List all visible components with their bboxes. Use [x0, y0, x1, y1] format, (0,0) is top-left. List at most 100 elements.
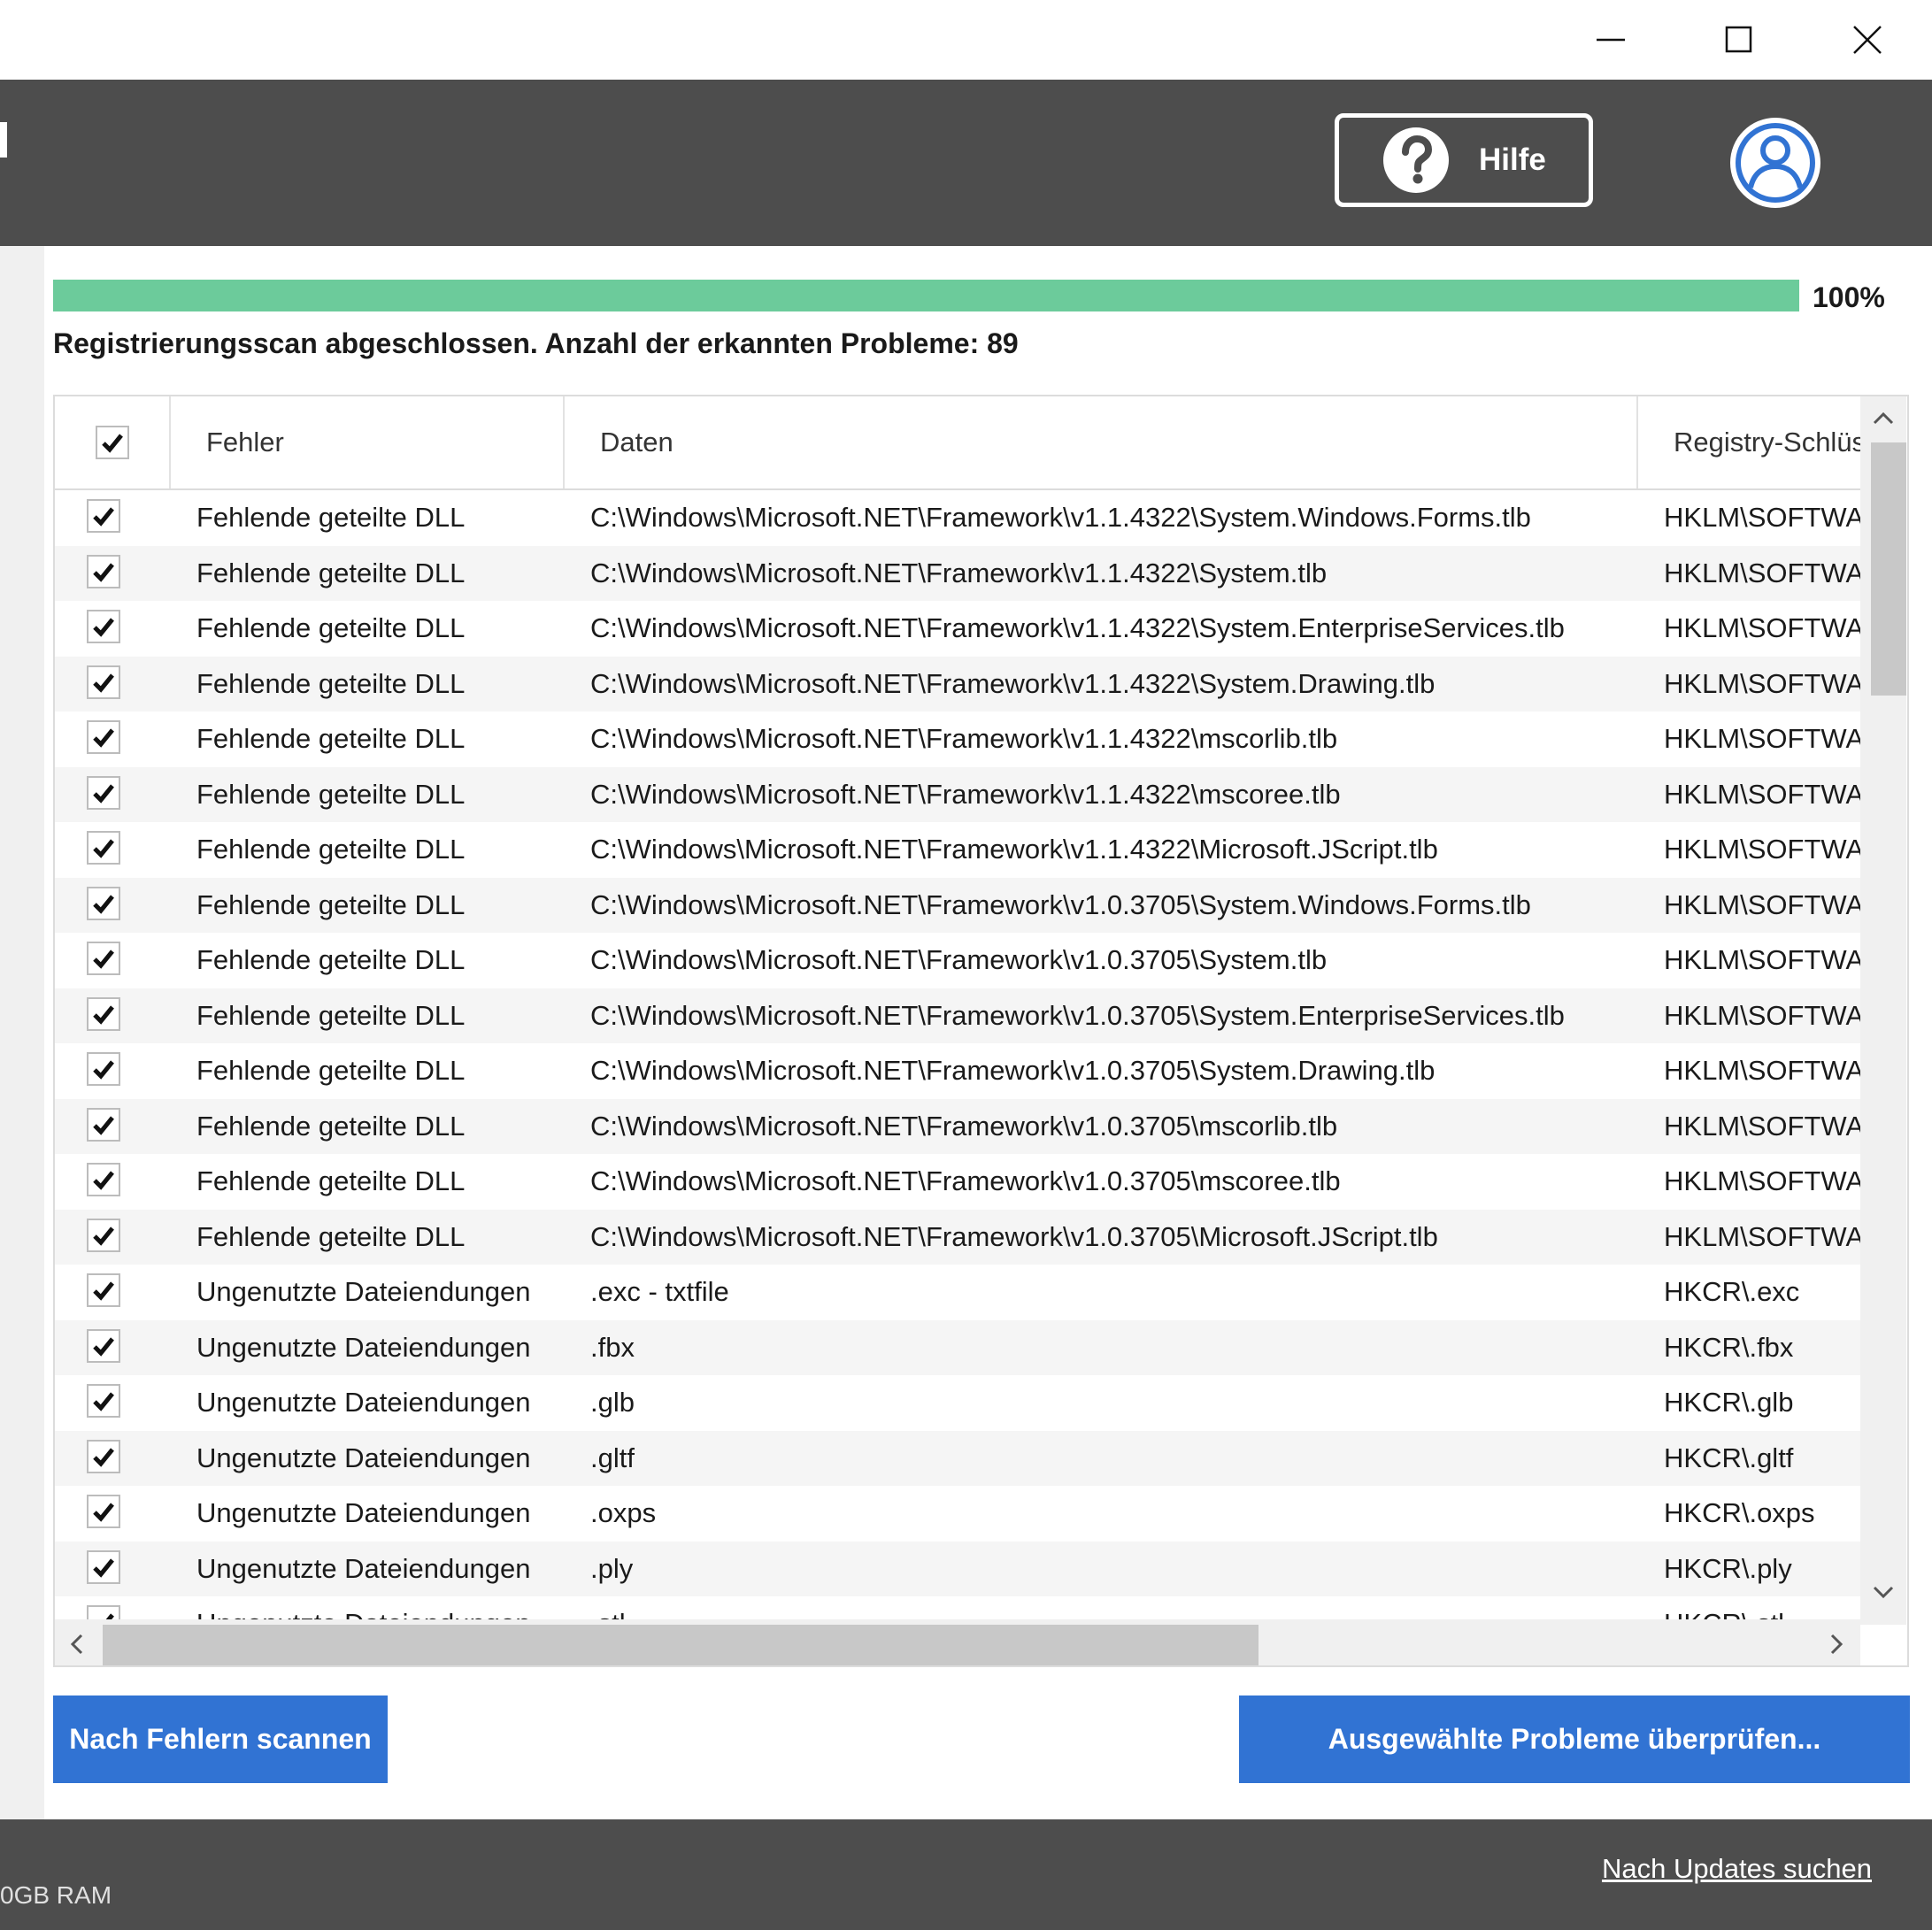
- row-checkbox[interactable]: [87, 665, 120, 699]
- close-button[interactable]: [1805, 0, 1929, 80]
- table-row[interactable]: Fehlende geteilte DLL C:\Windows\Microsof…: [55, 711, 1860, 766]
- minimize-button[interactable]: [1549, 0, 1673, 80]
- cell-fehler: Fehlende geteilte DLL: [196, 778, 466, 810]
- cell-registry-key: HKLM\SOFTWAI: [1664, 667, 1860, 699]
- cell-daten: C:\Windows\Microsoft.NET\Framework\v1.1.…: [590, 667, 1436, 699]
- horizontal-scrollbar[interactable]: [55, 1619, 1860, 1665]
- question-circle-icon: [1383, 127, 1449, 193]
- cell-registry-key: HKLM\SOFTWAI: [1664, 888, 1860, 920]
- vertical-scrollbar[interactable]: [1860, 396, 1906, 1625]
- table-row[interactable]: Fehlende geteilte DLL C:\Windows\Microsof…: [55, 933, 1860, 988]
- row-checkbox[interactable]: [87, 610, 120, 643]
- cell-registry-key: HKLM\SOFTWAI: [1664, 999, 1860, 1031]
- table-row[interactable]: Ungenutzte Dateiendungen .ply HKCR\.ply: [55, 1541, 1860, 1596]
- row-checkbox[interactable]: [87, 1163, 120, 1196]
- select-all-checkbox[interactable]: [95, 426, 129, 459]
- table-header: Fehler Daten Registry-Schlüs: [55, 396, 1860, 490]
- horizontal-scroll-thumb[interactable]: [103, 1625, 1258, 1665]
- table-row[interactable]: Fehlende geteilte DLL C:\Windows\Microsof…: [55, 656, 1860, 711]
- row-checkbox[interactable]: [87, 1052, 120, 1086]
- row-checkbox[interactable]: [87, 720, 120, 754]
- row-checkbox[interactable]: [87, 554, 120, 588]
- row-checkbox[interactable]: [87, 1218, 120, 1252]
- cell-fehler: Ungenutzte Dateiendungen: [196, 1497, 531, 1528]
- row-checkbox[interactable]: [87, 499, 120, 533]
- table-row[interactable]: Fehlende geteilte DLL C:\Windows\Microsof…: [55, 490, 1860, 545]
- row-checkbox[interactable]: [87, 1549, 120, 1584]
- row-checkbox[interactable]: [87, 775, 120, 810]
- cell-registry-key: HKLM\SOFTWAI: [1664, 502, 1860, 533]
- scroll-up-arrow-icon[interactable]: [1871, 409, 1896, 427]
- maximize-button[interactable]: [1677, 0, 1801, 80]
- row-checkbox[interactable]: [87, 1273, 120, 1307]
- cell-registry-key: HKCR\.ply: [1664, 1552, 1792, 1584]
- scroll-left-arrow-icon[interactable]: [67, 1632, 85, 1657]
- cell-fehler: Ungenutzte Dateiendungen: [196, 1442, 531, 1473]
- vertical-scroll-thumb[interactable]: [1871, 442, 1906, 696]
- cell-daten: C:\Windows\Microsoft.NET\Framework\v1.1.…: [590, 612, 1565, 643]
- row-checkbox[interactable]: [87, 1439, 120, 1473]
- help-button[interactable]: Hilfe: [1335, 113, 1593, 207]
- row-checkbox[interactable]: [87, 886, 120, 920]
- cell-daten: C:\Windows\Microsoft.NET\Framework\v1.0.…: [590, 888, 1531, 920]
- row-checkbox[interactable]: [87, 1495, 120, 1528]
- cell-fehler: Fehlende geteilte DLL: [196, 888, 466, 920]
- check-updates-link[interactable]: Nach Updates suchen: [1602, 1853, 1872, 1885]
- table-row[interactable]: Fehlende geteilte DLL C:\Windows\Microsof…: [55, 877, 1860, 933]
- cell-registry-key: HKLM\SOFTWAI: [1664, 557, 1860, 588]
- scroll-down-arrow-icon[interactable]: [1871, 1584, 1896, 1602]
- help-label: Hilfe: [1479, 142, 1546, 177]
- results-table: Fehler Daten Registry-Schlüs Fehlende ge…: [53, 395, 1909, 1667]
- cell-registry-key: HKCR\.fbx: [1664, 1331, 1794, 1363]
- table-row[interactable]: Fehlende geteilte DLL C:\Windows\Microsof…: [55, 545, 1860, 601]
- table-row[interactable]: Fehlende geteilte DLL C:\Windows\Microsof…: [55, 1209, 1860, 1265]
- row-checkbox[interactable]: [87, 1328, 120, 1363]
- column-header-registry-key[interactable]: Registry-Schlüs: [1638, 396, 1860, 488]
- cell-registry-key: HKCR\.glb: [1664, 1387, 1794, 1418]
- minimize-icon: [1597, 38, 1625, 42]
- cell-fehler: Fehlende geteilte DLL: [196, 502, 466, 533]
- row-checkbox[interactable]: [87, 942, 120, 975]
- header-select-all-cell: [55, 396, 171, 488]
- table-row[interactable]: Ungenutzte Dateiendungen .glb HKCR\.glb: [55, 1375, 1860, 1430]
- row-checkbox[interactable]: [87, 831, 120, 865]
- cell-fehler: Fehlende geteilte DLL: [196, 834, 466, 865]
- scan-progress-fill: [53, 280, 1799, 311]
- cell-fehler: Fehlende geteilte DLL: [196, 1165, 466, 1196]
- cell-daten: C:\Windows\Microsoft.NET\Framework\v1.1.…: [590, 834, 1438, 865]
- review-selected-problems-button[interactable]: Ausgewählte Probleme überprüfen...: [1239, 1695, 1910, 1783]
- scan-progress-bar: [53, 280, 1799, 311]
- table-row[interactable]: Fehlende geteilte DLL C:\Windows\Microsof…: [55, 1154, 1860, 1209]
- column-header-fehler[interactable]: Fehler: [171, 396, 565, 488]
- table-row[interactable]: Fehlende geteilte DLL C:\Windows\Microsof…: [55, 1098, 1860, 1154]
- row-checkbox[interactable]: [87, 996, 120, 1031]
- table-row[interactable]: Ungenutzte Dateiendungen .gltf HKCR\.gltf: [55, 1430, 1860, 1486]
- cell-daten: C:\Windows\Microsoft.NET\Framework\v1.0.…: [590, 944, 1328, 975]
- window-titlebar: [0, 0, 1932, 80]
- cell-fehler: Fehlende geteilte DLL: [196, 944, 466, 975]
- scroll-right-arrow-icon[interactable]: [1828, 1632, 1846, 1657]
- table-row[interactable]: Ungenutzte Dateiendungen .fbx HKCR\.fbx: [55, 1319, 1860, 1375]
- user-account-icon[interactable]: [1728, 115, 1823, 211]
- cell-registry-key: HKLM\SOFTWAI: [1664, 834, 1860, 865]
- cell-fehler: Ungenutzte Dateiendungen: [196, 1552, 531, 1584]
- scan-for-errors-button[interactable]: Nach Fehlern scannen: [53, 1695, 388, 1783]
- row-checkbox[interactable]: [87, 1107, 120, 1142]
- table-row[interactable]: Ungenutzte Dateiendungen .exc - txtfile HK…: [55, 1265, 1860, 1319]
- table-row[interactable]: Fehlende geteilte DLL C:\Windows\Microsof…: [55, 601, 1860, 656]
- table-row[interactable]: Fehlende geteilte DLL C:\Windows\Microsof…: [55, 766, 1860, 822]
- cell-daten: .oxps: [590, 1497, 657, 1528]
- table-row[interactable]: Fehlende geteilte DLL C:\Windows\Microsof…: [55, 1043, 1860, 1098]
- cell-fehler: Fehlende geteilte DLL: [196, 999, 466, 1031]
- cell-registry-key: HKCR\.gltf: [1664, 1442, 1794, 1473]
- table-row[interactable]: Ungenutzte Dateiendungen .oxps HKCR\.oxps: [55, 1486, 1860, 1541]
- table-row[interactable]: Fehlende geteilte DLL C:\Windows\Microsof…: [55, 822, 1860, 877]
- row-checkbox[interactable]: [87, 1384, 120, 1418]
- table-row[interactable]: Fehlende geteilte DLL C:\Windows\Microsof…: [55, 988, 1860, 1043]
- maximize-icon: [1725, 26, 1752, 53]
- cell-registry-key: HKLM\SOFTWAI: [1664, 778, 1860, 810]
- column-header-daten[interactable]: Daten: [565, 396, 1638, 488]
- cell-fehler: Fehlende geteilte DLL: [196, 612, 466, 643]
- cell-daten: C:\Windows\Microsoft.NET\Framework\v1.0.…: [590, 1165, 1341, 1196]
- scan-progress-percent: 100%: [1813, 281, 1885, 313]
